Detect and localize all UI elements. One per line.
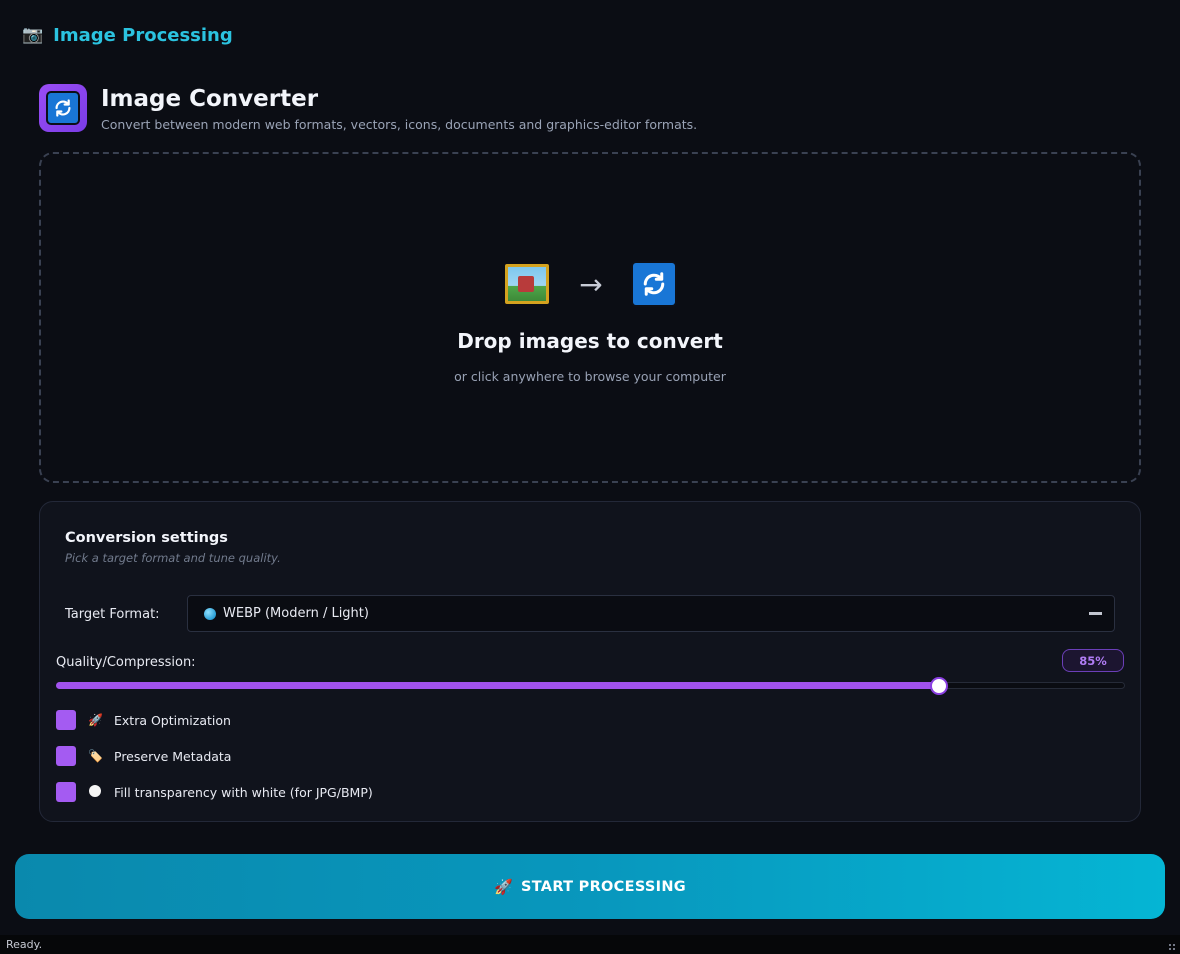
settings-subtitle: Pick a target format and tune quality. xyxy=(65,551,281,565)
settings-title: Conversion settings xyxy=(65,530,228,546)
option-extra-optimization[interactable]: 🚀 Extra Optimization xyxy=(56,710,231,730)
target-format-select[interactable]: WEBP (Modern / Light) xyxy=(187,595,1115,632)
slider-thumb[interactable] xyxy=(930,677,949,695)
start-processing-button[interactable]: 🚀 START PROCESSING xyxy=(15,854,1165,919)
option-label: Preserve Metadata xyxy=(114,748,232,764)
option-label: Fill transparency with white (for JPG/BM… xyxy=(114,784,373,800)
status-bar: Ready. xyxy=(0,935,1180,954)
option-fill-transparency[interactable]: Fill transparency with white (for JPG/BM… xyxy=(56,782,373,802)
page-subtitle: Convert between modern web formats, vect… xyxy=(101,117,698,132)
start-processing-label: START PROCESSING xyxy=(520,878,686,895)
fill-transparency-checkbox[interactable] xyxy=(56,782,76,802)
globe-icon xyxy=(204,607,216,620)
target-format-label: Target Format: xyxy=(65,607,160,622)
settings-card: Conversion settings Pick a target format… xyxy=(39,501,1141,822)
app-title: Image Processing xyxy=(53,24,233,46)
page-title: Image Converter xyxy=(101,86,319,112)
dropdown-toggle-icon[interactable] xyxy=(1089,612,1102,615)
option-label: Extra Optimization xyxy=(114,712,231,728)
quality-value-badge: 85% xyxy=(1062,649,1124,672)
arrow-right-icon: → xyxy=(579,267,603,301)
quality-slider[interactable] xyxy=(56,677,1125,695)
white-circle-icon xyxy=(89,785,101,797)
drop-zone[interactable]: → Drop images to convert or click anywhe… xyxy=(39,152,1141,483)
converter-logo xyxy=(39,84,87,132)
target-format-value: WEBP (Modern / Light) xyxy=(223,606,369,621)
status-text: Ready. xyxy=(6,938,43,951)
drop-zone-title: Drop images to convert xyxy=(457,329,723,353)
quality-label: Quality/Compression: xyxy=(56,655,196,670)
rocket-icon: 🚀 xyxy=(88,713,103,727)
picture-icon xyxy=(505,264,550,304)
rocket-icon: 🚀 xyxy=(494,877,513,896)
tag-icon: 🏷️ xyxy=(88,749,103,763)
drop-zone-hint: or click anywhere to browse your compute… xyxy=(454,369,726,384)
resize-grip-icon[interactable] xyxy=(1168,943,1176,951)
option-preserve-metadata[interactable]: 🏷️ Preserve Metadata xyxy=(56,746,231,766)
app-title-bar: 📷 Image Processing xyxy=(22,22,233,48)
app-window: 📷 Image Processing Image Converter Conve… xyxy=(0,0,1180,954)
preserve-metadata-checkbox[interactable] xyxy=(56,746,76,766)
sync-icon xyxy=(48,93,78,123)
page-header: Image Converter Convert between modern w… xyxy=(39,84,697,132)
sync-icon xyxy=(632,263,675,305)
camera-icon: 📷 xyxy=(22,24,44,45)
extra-optimization-checkbox[interactable] xyxy=(56,710,76,730)
slider-fill xyxy=(56,682,940,689)
